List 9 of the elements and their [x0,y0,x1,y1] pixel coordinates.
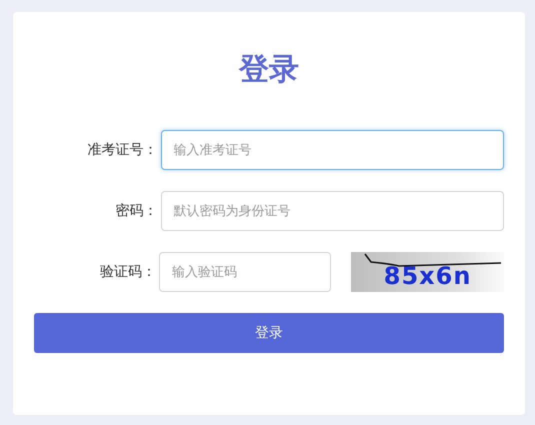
page-title: 登录 [239,51,299,89]
field-label: 密码： [114,202,158,220]
field-label: 验证码： [99,263,156,281]
field-label: 准考证号： [86,141,158,159]
captcha-image[interactable]: 85x6n [351,252,504,292]
input-field[interactable]: 输入准考证号 [160,130,504,170]
input-field[interactable]: 输入验证码 [159,252,332,292]
input-field[interactable]: 默认密码为身份证号 [160,191,504,231]
login-button[interactable]: 登录 [34,313,504,353]
